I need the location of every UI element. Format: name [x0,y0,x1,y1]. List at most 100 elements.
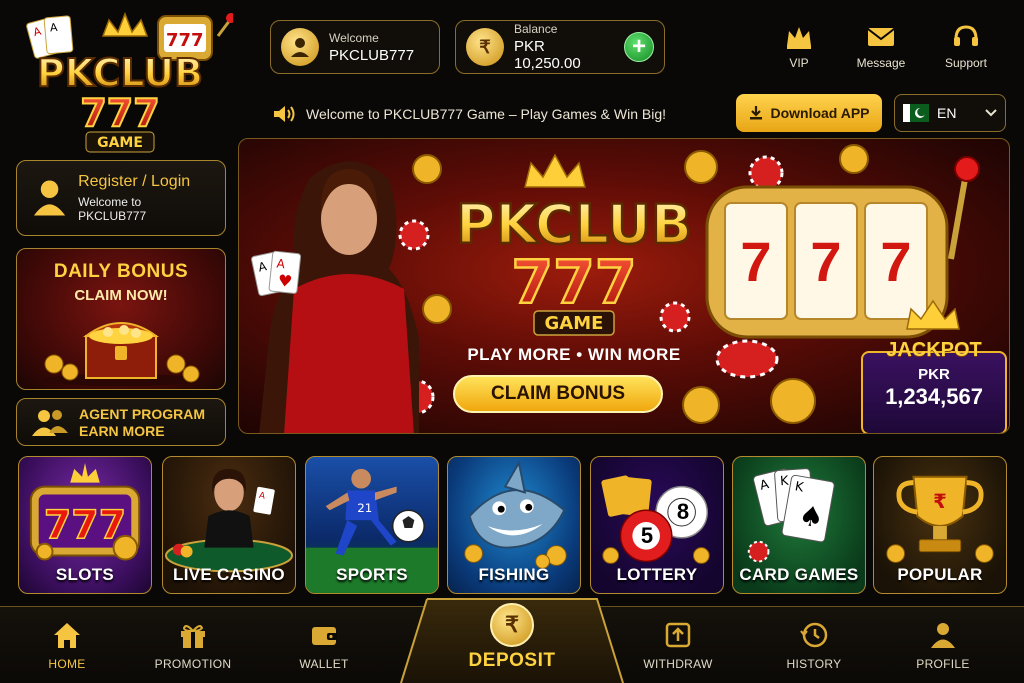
history-icon [800,622,828,648]
message-button[interactable]: Message [846,24,916,72]
treasure-chest-icon [41,322,201,386]
nav-wallet-label: WALLET [299,657,349,671]
welcome-label: Welcome [329,30,379,45]
rupee-coin-icon: ₹ [466,28,504,66]
language-value: EN [937,105,957,121]
download-app-button[interactable]: Download APP [736,94,882,132]
support-label: Support [944,56,988,70]
category-fishing[interactable]: FISHING [447,456,581,594]
home-icon [54,623,80,648]
balance-label: Balance [514,22,558,36]
jackpot-value: 1,234,567 [885,384,983,409]
claim-bonus-button[interactable]: CLAIM BONUS [453,375,663,413]
withdraw-icon [665,622,691,648]
category-lottery[interactable]: 8 5 LOTTERY [590,456,724,594]
support-button[interactable]: Support [931,24,1001,72]
headset-icon [954,25,978,46]
banner-tagline: PLAY MORE • WIN MORE [467,345,681,364]
category-label: SLOTS [55,565,115,584]
lottery-ball-5: 5 [640,523,654,548]
slot-reel-2: 7 [810,230,842,293]
svg-text:₹: ₹ [933,490,947,513]
balance-value: PKR 10,250.00 [514,38,581,72]
user-icon [33,180,66,216]
agent-title: AGENT PROGRAM [79,405,205,422]
slot-reel-3: 7 [880,230,912,293]
deposit-label[interactable]: DEPOSIT [400,650,624,672]
svg-text:777: 777 [44,502,126,548]
category-sports[interactable]: 21 SPORTS [305,456,439,594]
download-label: Download APP [770,105,870,121]
logo-number-text: 777 [80,91,159,135]
jackpot-box: JACKPOT PKR 1,234,567 [861,339,1007,433]
nav-profile-label: PROFILE [916,657,970,671]
deposit-button[interactable]: ₹ [490,603,534,647]
svg-text:K: K [780,474,790,490]
pakistan-flag-icon [903,104,929,122]
register-subtitle: Welcome to PKCLUB777 [78,195,147,223]
users-group-icon [32,410,68,436]
envelope-icon [867,28,895,46]
promo-banner[interactable]: A A ♥ 7 7 7 PKCLUB 777 GAME PLAY MORE • W… [238,138,1010,434]
jackpot-currency: PKR [918,366,950,383]
category-label: FISHING [478,565,550,584]
category-slots[interactable]: 777 SLOTS [18,456,152,594]
category-label: POPULAR [897,565,983,584]
nav-withdraw-label: WITHDRAW [643,657,713,671]
user-icon [291,38,309,57]
nav-profile[interactable]: PROFILE [893,621,993,673]
category-label: LIVE CASINO [173,565,285,584]
avatar [281,28,319,66]
nav-wallet[interactable]: WALLET [274,621,374,673]
daily-bonus-title: DAILY BONUS [53,261,189,282]
register-title: Register / Login [78,173,191,190]
category-label: LOTTERY [616,565,698,584]
category-popular[interactable]: ₹ POPULAR [873,456,1007,594]
svg-text:777: 777 [166,30,204,51]
gift-icon [181,625,205,648]
banner-logo: PKCLUB 777 GAME [455,192,693,336]
category-live-casino[interactable]: A LIVE CASINO [162,456,296,594]
nav-home-label: HOME [48,657,86,671]
speaker-icon [274,106,295,122]
crown-icon [787,27,811,49]
username: PKCLUB777 [329,46,415,64]
announcement-ticker: Welcome to PKCLUB777 Game – Play Games &… [272,96,732,132]
wallet-icon [312,627,337,645]
nav-history-label: HISTORY [786,657,842,671]
brand-logo[interactable]: A A 777 PKCLUB 777 GAME [8,6,236,156]
svg-text:♥: ♥ [277,271,293,291]
nav-promotion[interactable]: PROMOTION [143,621,243,673]
daily-bonus-card[interactable]: DAILY BONUS CLAIM NOW! [16,248,226,390]
logo-sub-text: GAME [97,135,143,151]
vip-button[interactable]: VIP [764,24,834,72]
agent-subtitle: EARN MORE [79,422,165,439]
category-label: CARD GAMES [739,565,859,584]
category-card-games[interactable]: A K K ♠ CARD GAMES [732,456,866,594]
nav-withdraw[interactable]: WITHDRAW [628,621,728,673]
message-label: Message [856,56,906,70]
lottery-ball-8: 8 [676,499,690,524]
welcome-pill[interactable]: Welcome PKCLUB777 [270,20,440,74]
language-select[interactable]: EN [894,94,1006,132]
download-icon [750,106,763,120]
profile-icon [931,623,955,648]
category-label: SPORTS [336,565,408,584]
nav-promotion-label: PROMOTION [154,657,232,671]
ticker-text: Welcome to PKCLUB777 Game – Play Games &… [306,106,666,122]
jackpot-title: JACKPOT [886,339,982,361]
slot-reel-1: 7 [740,230,772,293]
banner-logo-number: 777 [511,248,636,318]
banner-logo-main: PKCLUB [456,193,692,256]
vip-label: VIP [789,56,809,70]
daily-bonus-subtitle: CLAIM NOW! [74,287,168,304]
register-login-button[interactable]: Register / Login Welcome to PKCLUB777 [16,160,226,236]
nav-home[interactable]: HOME [17,621,117,673]
balance-pill: ₹ Balance PKR 10,250.00 + [455,20,665,74]
agent-program-button[interactable]: AGENT PROGRAM EARN MORE [16,398,226,446]
nav-history[interactable]: HISTORY [764,621,864,673]
add-funds-button[interactable]: + [624,32,654,62]
svg-text:21: 21 [357,501,372,515]
logo-main-text: PKCLUB [37,51,203,95]
banner-logo-sub: GAME [545,313,604,334]
